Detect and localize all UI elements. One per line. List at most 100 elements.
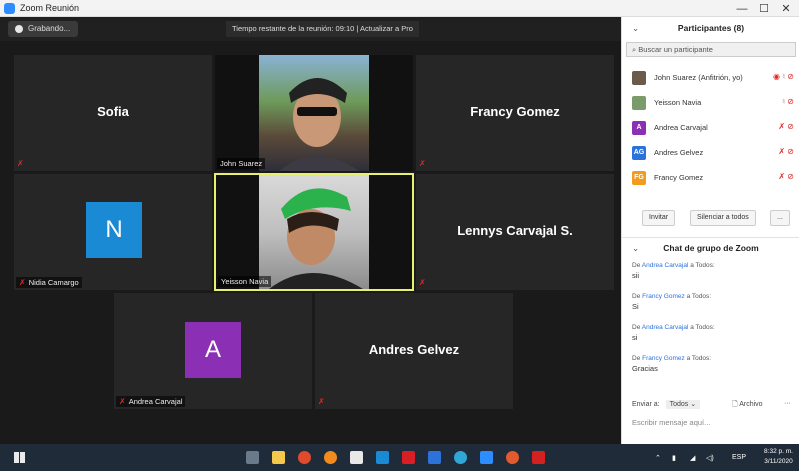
sender-prefix: De [632,324,641,331]
sender-suffix: a Todos: [690,324,715,331]
volume-icon[interactable]: ◁) [706,444,714,471]
app-icon[interactable] [428,451,441,464]
participant-list: John Suarez (Anfitrión, yo) ◉ ♮ ⊘ Yeisso… [622,65,799,190]
participant-status-icons: ♮ ⊘ [782,97,794,106]
video-tile-francy[interactable]: Francy Gomez ✗ [416,55,614,171]
edge-icon[interactable] [454,451,467,464]
mic-muted-icon: ✗ [419,159,426,168]
sender-prefix: De [632,262,641,269]
sender-name[interactable]: Francy Gomez [642,293,685,300]
participant-label-text: Yeisson Navia [221,277,269,286]
participant-row[interactable]: A Andrea Carvajal ✗ ⊘ [622,115,799,140]
chat-message: De Andrea Carvajal a Todos: sii [632,262,792,280]
video-tile-john[interactable]: John Suarez [215,55,413,171]
invite-button[interactable]: Invitar [642,210,676,226]
chevron-down-icon[interactable]: ⌄ [632,17,639,39]
pdf-icon[interactable] [532,451,545,464]
more-options-button[interactable]: ... [770,210,790,226]
video-off-icon: ⊘ [787,147,794,156]
sender-name[interactable]: Andrea Carvajal [642,324,689,331]
windows-start-icon[interactable] [14,452,25,463]
taskbar-clock[interactable]: 8:32 p. m. 3/11/2020 [758,447,799,467]
video-tile-lennys[interactable]: Lennys Carvajal S. ✗ [416,174,614,290]
participants-header: ⌄ Participantes (8) [622,17,799,39]
video-off-icon: ⊘ [787,97,794,106]
sender-suffix: a Todos: [686,355,712,362]
participant-label: ✗ Andrea Carvajal [116,396,186,407]
maximize-button[interactable]: ☐ [753,0,775,17]
avatar: A [632,120,646,135]
chevron-down-icon[interactable]: ⌄ [632,238,639,258]
chat-compose-input[interactable]: Escribir mensaje aquí... [632,418,710,427]
video-off-icon: ⊘ [787,172,794,181]
sender-suffix: a Todos: [690,262,715,269]
participant-row[interactable]: FG Francy Gomez ✗ ⊘ [622,165,799,190]
chat-message: De Francy Gomez a Todos: Gracias [632,355,792,373]
participant-row-name: Francy Gomez [654,173,704,182]
participant-search-input[interactable]: ⌕ Buscar un participante [626,42,796,57]
participant-name: Sofia [97,104,129,119]
participant-row[interactable]: AG Andres Gelvez ✗ ⊘ [622,140,799,165]
chat-message-sender: De Andrea Carvajal a Todos: [632,324,792,331]
chat-more-icon[interactable]: ··· [784,400,791,407]
video-tile-nidia[interactable]: N ✗ Nidia Camargo [14,174,212,290]
participant-row-name: John Suarez (Anfitrión, yo) [654,73,743,82]
mic-icon: ♮ [782,72,786,81]
zoom-taskbar-icon[interactable] [480,451,493,464]
sender-name[interactable]: Andrea Carvajal [642,262,689,269]
participant-row[interactable]: John Suarez (Anfitrión, yo) ◉ ♮ ⊘ [622,65,799,90]
avatar: A [185,322,241,378]
tray-chevron-icon[interactable]: ⌃ [655,444,661,471]
mic-icon: ♮ [782,97,786,106]
clock-time: 8:32 p. m. [764,448,793,455]
avatar: N [86,202,142,258]
participant-name: Andres Gelvez [368,342,460,357]
avatar [632,95,646,110]
store-icon[interactable] [350,451,363,464]
video-off-icon: ⊘ [787,72,794,81]
windows-taskbar: ⌃ ▮ ◢ ◁) ESP 8:32 p. m. 3/11/2020 [0,444,799,471]
mail-icon[interactable] [376,451,389,464]
participant-name: Lennys Carvajal S. [457,223,573,238]
file-explorer-icon[interactable] [272,451,285,464]
sender-name[interactable]: Francy Gomez [642,355,685,362]
language-indicator[interactable]: ESP [732,444,746,471]
chat-messages: De Andrea Carvajal a Todos: sii De Franc… [632,262,792,386]
video-tile-andrea[interactable]: A ✗ Andrea Carvajal [114,293,312,409]
file-button[interactable]: 🗋 Archivo [732,400,763,411]
sender-suffix: a Todos: [686,293,712,300]
mic-muted-icon: ✗ [19,278,26,287]
close-button[interactable]: ✕ [775,0,797,17]
firefox-icon[interactable] [324,451,337,464]
task-view-icon[interactable] [246,451,259,464]
meeting-timer-banner[interactable]: Tiempo restante de la reunión: 09:10 | A… [226,21,419,37]
send-to-select[interactable]: Todos ⌄ [665,400,701,409]
video-tile-sofia[interactable]: Sofia ✗ [14,55,212,171]
send-to-value: Todos [669,401,689,408]
battery-icon[interactable]: ▮ [672,444,676,471]
netflix-icon[interactable] [402,451,415,464]
video-stage: Grabando... Tiempo restante de la reunió… [0,17,621,444]
mic-muted-icon: ✗ [119,397,126,406]
avatar: FG [632,170,646,185]
mic-muted-icon: ✗ [419,278,426,287]
participant-row-name: Yeisson Navia [654,98,702,107]
minimize-button[interactable]: — [731,0,753,17]
browser-icon[interactable] [506,451,519,464]
participant-label-text: Nidia Camargo [28,278,79,287]
participant-label: John Suarez [217,158,266,169]
send-to-label: Enviar a: [632,401,660,408]
video-tile-andres[interactable]: Andres Gelvez ✗ [315,293,513,409]
record-dot-icon [15,25,23,33]
video-tile-yeisson-active[interactable]: Yeisson Navia [214,173,414,291]
chrome-icon[interactable] [298,451,311,464]
mute-all-button[interactable]: Silenciar a todos [690,210,756,226]
participant-row[interactable]: Yeisson Navia ♮ ⊘ [622,90,799,115]
recording-indicator[interactable]: Grabando... [8,21,79,37]
chat-message-sender: De Francy Gomez a Todos: [632,293,792,300]
participant-label-text: John Suarez [220,159,263,168]
chat-message: De Andrea Carvajal a Todos: si [632,324,792,342]
network-icon[interactable]: ◢ [690,444,695,471]
chat-message-sender: De Francy Gomez a Todos: [632,355,792,362]
chat-message-text: sii [632,271,640,280]
